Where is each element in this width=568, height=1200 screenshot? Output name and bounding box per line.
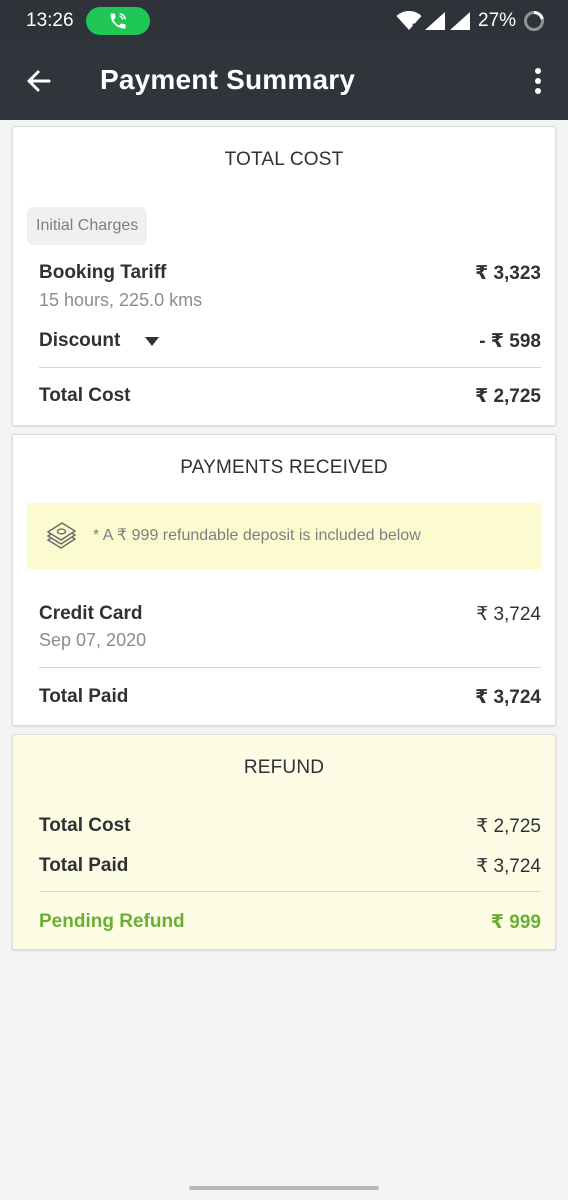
refund-total-paid-value: ₹ 3,724 <box>476 856 541 877</box>
pending-refund-label: Pending Refund <box>39 911 185 932</box>
phone-call-icon <box>110 13 126 29</box>
booking-tariff-label: Booking Tariff <box>39 262 167 283</box>
refund-total-paid-label: Total Paid <box>39 855 129 876</box>
gesture-home-bar[interactable] <box>189 1186 379 1190</box>
battery-icon <box>524 10 544 31</box>
card-title: PAYMENTS RECEIVED <box>180 457 388 478</box>
signal-icon <box>450 12 470 30</box>
ongoing-call-pill[interactable] <box>86 7 150 35</box>
refund-card: REFUND Total Cost ₹ 2,725 Total Paid ₹ 3… <box>12 734 556 950</box>
divider <box>39 667 541 668</box>
pending-refund-value: ₹ 999 <box>490 912 541 933</box>
status-bar: 13:26 27% <box>0 0 568 42</box>
total-cost-label: Total Cost <box>39 385 131 406</box>
cash-stack-icon <box>46 522 77 549</box>
refund-total-cost-label: Total Cost <box>39 815 131 836</box>
divider <box>39 367 541 368</box>
deposit-note: * A ₹ 999 refundable deposit is included… <box>27 503 541 569</box>
deposit-note-text: * A ₹ 999 refundable deposit is included… <box>93 527 421 544</box>
discount-toggle[interactable]: Discount <box>39 330 120 352</box>
app-bar: Payment Summary <box>0 42 568 120</box>
status-time: 13:26 <box>26 10 74 31</box>
total-cost-value: ₹ 2,725 <box>474 386 541 407</box>
total-paid-value: ₹ 3,724 <box>474 687 541 708</box>
discount-value: - ₹ 598 <box>479 331 541 352</box>
booking-tariff-detail: 15 hours, 225.0 kms <box>39 290 203 310</box>
payment-method-label: Credit Card <box>39 603 143 624</box>
page-title: Payment Summary <box>100 64 356 95</box>
initial-charges-chip: Initial Charges <box>27 207 148 245</box>
battery-percentage: 27% <box>478 10 517 31</box>
payment-method-value: ₹ 3,724 <box>476 604 541 625</box>
card-title: TOTAL COST <box>224 149 344 170</box>
wifi-icon <box>396 11 422 31</box>
dropdown-caret-icon[interactable] <box>145 337 159 347</box>
back-arrow-icon <box>27 70 51 92</box>
total-cost-card: TOTAL COST Initial Charges Booking Tarif… <box>12 126 556 426</box>
total-paid-label: Total Paid <box>39 686 129 707</box>
signal-icon <box>425 12 445 30</box>
more-options-button[interactable] <box>526 64 550 98</box>
divider <box>39 891 541 892</box>
payment-date: Sep 07, 2020 <box>39 630 147 650</box>
refund-total-cost-value: ₹ 2,725 <box>476 816 541 837</box>
booking-tariff-value: ₹ 3,323 <box>474 263 541 284</box>
more-vert-icon <box>535 68 541 94</box>
payments-received-card: PAYMENTS RECEIVED * A ₹ 999 refundable d… <box>12 434 556 726</box>
card-title: REFUND <box>243 757 325 778</box>
back-button[interactable] <box>22 64 56 98</box>
